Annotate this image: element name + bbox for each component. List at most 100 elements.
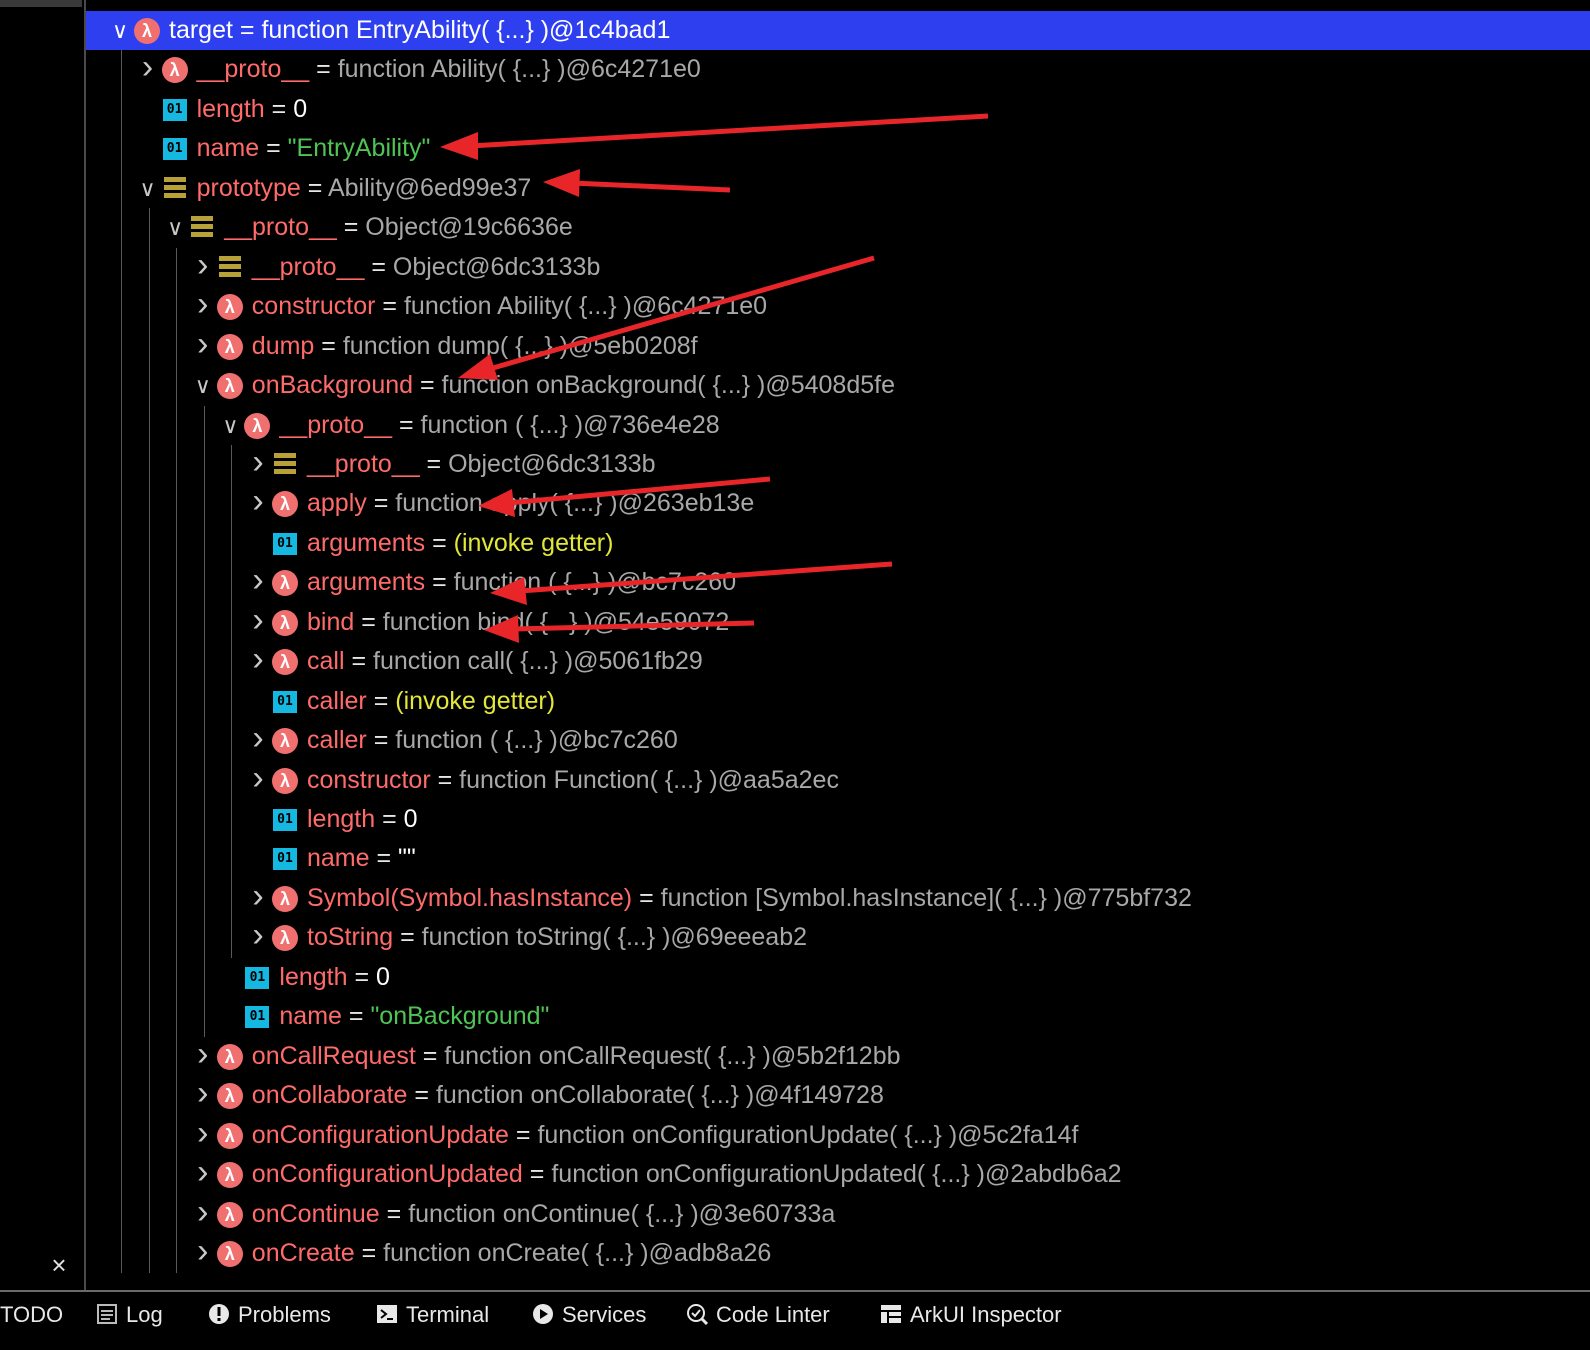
tree-row[interactable]: prototype = Ability@6ed99e37 bbox=[86, 169, 1590, 208]
tree-row-text: name = "EntryAbility" bbox=[197, 129, 431, 168]
close-icon[interactable]: × bbox=[46, 1252, 72, 1278]
equals-sign: = bbox=[407, 1081, 436, 1110]
tree-row[interactable]: λdump = function dump( {...} )@5eb0208f bbox=[86, 327, 1590, 366]
terminal-tab[interactable]: Terminal bbox=[376, 1300, 489, 1330]
equals-sign: = bbox=[425, 528, 454, 557]
tree-row[interactable]: 01 caller = (invoke getter) bbox=[86, 682, 1590, 721]
services-tab[interactable]: Services bbox=[532, 1300, 646, 1330]
lambda-function-icon: λ bbox=[216, 333, 243, 360]
tree-row[interactable]: λ __proto__ = function ( {...} )@736e4e28 bbox=[86, 406, 1590, 445]
problems-icon bbox=[209, 1304, 229, 1324]
chevron-down-icon[interactable] bbox=[110, 11, 130, 50]
property-key: onCollaborate bbox=[251, 1081, 408, 1110]
tree-row[interactable]: 01 name = "" bbox=[86, 839, 1590, 878]
property-value: function onContinue( {...} )@3e60733a bbox=[408, 1199, 836, 1228]
tree-row[interactable]: λcall = function call( {...} )@5061fb29 bbox=[86, 642, 1590, 681]
property-value: function Ability( {...} )@6c4271e0 bbox=[403, 292, 768, 321]
chevron-right-icon[interactable] bbox=[248, 721, 268, 760]
tree-row[interactable]: __proto__ = Object@6dc3133b bbox=[86, 248, 1590, 287]
tree-row[interactable]: λ Symbol(Symbol.hasInstance) = function [… bbox=[86, 879, 1590, 918]
tree-row[interactable]: 01 name = "EntryAbility" bbox=[86, 129, 1590, 168]
primitive-value-icon: 01 bbox=[273, 690, 297, 713]
tree-row[interactable]: λ onCollaborate = function onCollaborate(… bbox=[86, 1076, 1590, 1115]
chevron-down-icon[interactable] bbox=[138, 169, 158, 208]
chevron-down-icon[interactable] bbox=[193, 366, 213, 405]
tree-row[interactable]: λ onCreate = function onCreate( {...} )@a… bbox=[86, 1234, 1590, 1273]
tree-row[interactable]: __proto__ = Object@19c6636e bbox=[86, 208, 1590, 247]
property-value: function EntryAbility( {...} )@1c4bad1 bbox=[261, 16, 671, 44]
tree-row[interactable]: λcaller = function ( {...} )@bc7c260 bbox=[86, 721, 1590, 760]
tree-row-text: target = function EntryAbility( {...} )@… bbox=[169, 11, 670, 50]
equals-sign: = bbox=[369, 844, 399, 873]
invoke-getter-link[interactable]: (invoke getter) bbox=[395, 687, 555, 715]
chevron-right-icon[interactable] bbox=[248, 642, 268, 681]
chevron-right-icon[interactable] bbox=[248, 918, 268, 957]
chevron-right-icon[interactable] bbox=[193, 248, 213, 287]
property-value: function ( {...} )@bc7c260 bbox=[395, 726, 678, 755]
tree-row[interactable]: 01 length = 0 bbox=[86, 90, 1590, 129]
property-value: function apply( {...} )@263eb13e bbox=[395, 489, 755, 518]
problems-tab[interactable]: Problems bbox=[208, 1300, 331, 1330]
tree-row[interactable]: 01 length = 0 bbox=[86, 958, 1590, 997]
arkui-inspector-tab[interactable]: ArkUI Inspector bbox=[880, 1300, 1062, 1330]
log-tab[interactable]: Log bbox=[96, 1300, 163, 1330]
todo-label: TODO bbox=[0, 1302, 64, 1327]
chevron-right-icon[interactable] bbox=[248, 445, 268, 484]
equals-sign: = bbox=[430, 765, 460, 794]
invoke-getter-link[interactable]: (invoke getter) bbox=[454, 529, 614, 557]
tree-row-text: name = "onBackground" bbox=[279, 997, 549, 1036]
chevron-right-icon[interactable] bbox=[138, 50, 158, 89]
tree-row[interactable]: λbind = function bind( {...} )@54e59072 bbox=[86, 603, 1590, 642]
property-key: name bbox=[196, 134, 260, 163]
chevron-down-icon[interactable] bbox=[220, 406, 240, 445]
lambda-function-icon: λ bbox=[272, 767, 298, 794]
tree-row[interactable]: 01 arguments = (invoke getter) bbox=[86, 524, 1590, 563]
equals-sign: = bbox=[344, 647, 374, 676]
chevron-right-icon[interactable] bbox=[248, 879, 268, 918]
chevron-down-icon[interactable] bbox=[165, 208, 185, 247]
property-value: Object@19c6636e bbox=[365, 213, 573, 242]
tree-row[interactable]: λ onConfigurationUpdate = function onConf… bbox=[86, 1116, 1590, 1155]
tree-row[interactable]: λapply = function apply( {...} )@263eb13… bbox=[86, 484, 1590, 523]
lambda-function-icon: λ bbox=[272, 885, 298, 912]
lambda-function-icon: λ bbox=[272, 728, 298, 755]
chevron-right-icon[interactable] bbox=[248, 761, 268, 800]
tree-row[interactable]: λ onCallRequest = function onCallRequest(… bbox=[86, 1037, 1590, 1076]
todo-tab[interactable]: TODO bbox=[0, 1300, 63, 1330]
chevron-right-icon[interactable] bbox=[193, 1195, 213, 1234]
tree-row[interactable]: 01 name = "onBackground" bbox=[86, 997, 1590, 1036]
tree-row-text: onCallRequest = function onCallRequest( … bbox=[252, 1037, 901, 1076]
tree-row-text: onConfigurationUpdated = function onConf… bbox=[252, 1155, 1122, 1194]
chevron-right-icon[interactable] bbox=[193, 1076, 213, 1115]
tree-row-selected[interactable]: λtarget = function EntryAbility( {...} )… bbox=[86, 11, 1590, 50]
chevron-right-icon[interactable] bbox=[248, 603, 268, 642]
tree-row[interactable]: λ onConfigurationUpdated = function onCon… bbox=[86, 1155, 1590, 1194]
tree-row[interactable]: λ onBackground = function onBackground( {… bbox=[86, 366, 1590, 405]
object-icon bbox=[274, 452, 296, 475]
chevron-right-icon[interactable] bbox=[193, 1037, 213, 1076]
lambda-function-icon: λ bbox=[216, 1083, 243, 1110]
chevron-right-icon[interactable] bbox=[248, 563, 268, 602]
chevron-right-icon[interactable] bbox=[248, 484, 268, 523]
chevron-right-icon[interactable] bbox=[193, 1116, 213, 1155]
tree-row[interactable]: λ toString = function toString( {...} )@6… bbox=[86, 918, 1590, 957]
tree-row[interactable]: λ arguments = function ( {...} )@bc7c260 bbox=[86, 563, 1590, 602]
chevron-right-icon[interactable] bbox=[193, 327, 213, 366]
chevron-right-icon[interactable] bbox=[193, 1155, 213, 1194]
tree-row[interactable]: 01 length = 0 bbox=[86, 800, 1590, 839]
property-key: onContinue bbox=[251, 1199, 380, 1228]
chevron-right-icon[interactable] bbox=[193, 1234, 213, 1273]
code-linter-tab[interactable]: Code Linter bbox=[686, 1300, 830, 1330]
tree-row[interactable]: λ onContinue = function onContinue( {...}… bbox=[86, 1195, 1590, 1234]
property-value: function ( {...} )@736e4e28 bbox=[420, 410, 720, 439]
tree-row[interactable]: λ __proto__ = function Ability( {...} )@6… bbox=[86, 50, 1590, 89]
tree-row[interactable]: λ constructor = function Ability( {...} )… bbox=[86, 287, 1590, 326]
chevron-right-icon[interactable] bbox=[193, 287, 213, 326]
equals-sign: = bbox=[259, 134, 288, 163]
tree-row-text: Symbol(Symbol.hasInstance) = function [S… bbox=[307, 879, 1192, 918]
tree-row[interactable]: λ constructor = function Function( {...} … bbox=[86, 761, 1590, 800]
equals-sign: = bbox=[366, 686, 396, 715]
property-key: Symbol(Symbol.hasInstance) bbox=[307, 883, 633, 912]
equals-sign: = bbox=[366, 726, 396, 755]
tree-row[interactable]: __proto__ = Object@6dc3133b bbox=[86, 445, 1590, 484]
